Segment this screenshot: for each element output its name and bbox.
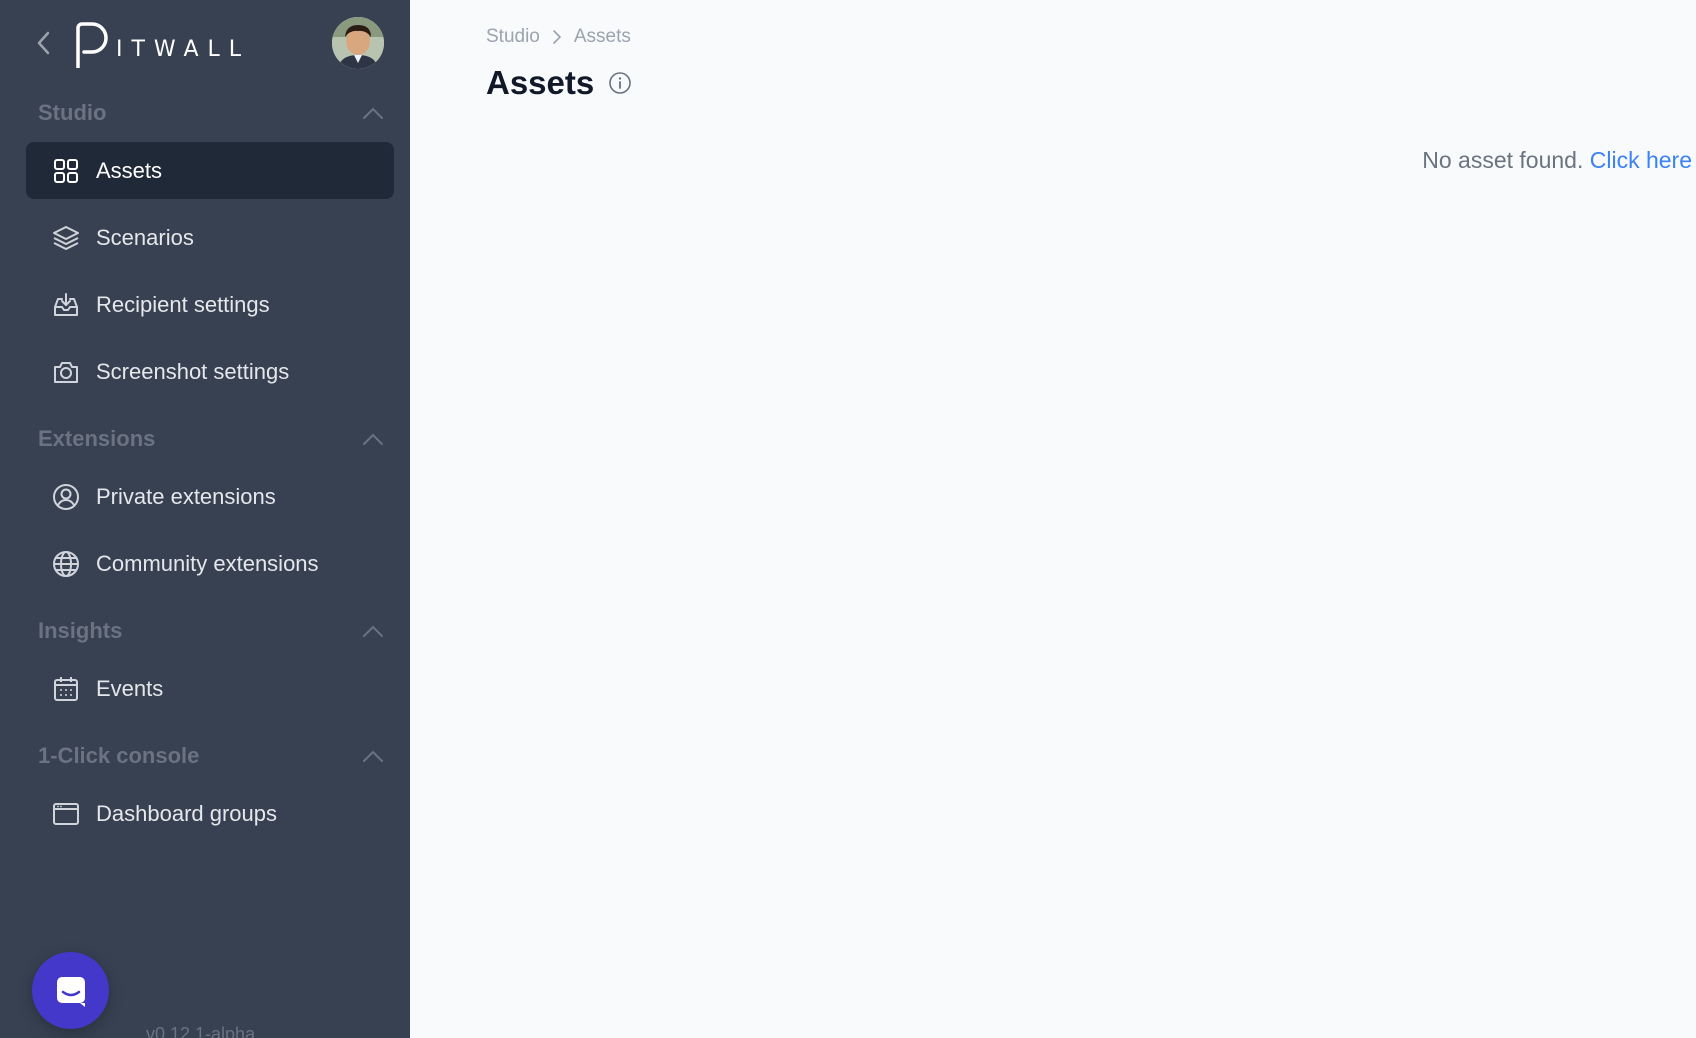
section-extensions[interactable]: Extensions	[38, 424, 384, 454]
sidebar-item-label: Scenarios	[96, 224, 194, 250]
page-title-row: Assets	[486, 64, 632, 102]
breadcrumb: Studio Assets	[486, 26, 631, 48]
chat-launcher-button[interactable]	[32, 952, 109, 1029]
empty-state-text: No asset found.	[1422, 147, 1584, 173]
user-avatar[interactable]	[332, 17, 384, 69]
chevron-up-icon	[363, 750, 383, 762]
section-1-click-console[interactable]: 1-Click console	[38, 741, 384, 771]
app-version: v0.12.1-alpha	[146, 1024, 256, 1038]
globe-icon	[52, 550, 80, 578]
browser-window-icon	[52, 800, 80, 828]
chevron-up-icon	[363, 107, 383, 119]
sidebar-item-label: Dashboard groups	[96, 800, 278, 826]
chevron-up-icon	[363, 625, 383, 637]
calendar-icon	[52, 675, 80, 703]
inbox-download-icon	[52, 291, 80, 319]
sidebar-item-private-extensions[interactable]: Private extensions	[26, 468, 394, 525]
section-studio[interactable]: Studio	[38, 98, 384, 128]
sidebar-item-events[interactable]: Events	[26, 660, 394, 717]
sidebar-item-label: Private extensions	[96, 483, 276, 509]
empty-state-message: No asset found. Click here	[1422, 147, 1692, 174]
user-circle-icon	[52, 483, 80, 511]
info-icon[interactable]	[608, 71, 632, 95]
sidebar-header: ITWALL	[0, 0, 410, 90]
chevron-up-icon	[363, 433, 383, 445]
sidebar-item-scenarios[interactable]: Scenarios	[26, 209, 394, 266]
camera-icon	[52, 358, 80, 386]
sidebar-item-label: Screenshot settings	[96, 358, 290, 384]
chat-icon	[56, 976, 85, 1007]
breadcrumb-studio[interactable]: Studio	[486, 26, 540, 48]
logo-text: ITWALL	[116, 37, 251, 62]
sidebar-item-dashboard-groups[interactable]: Dashboard groups	[26, 785, 394, 842]
sidebar-item-label: Community extensions	[96, 550, 319, 576]
breadcrumb-assets[interactable]: Assets	[574, 26, 631, 48]
section-label: Insights	[38, 618, 123, 643]
page-title: Assets	[486, 64, 595, 101]
main-content: Studio Assets Assets No asset found. Cli…	[410, 0, 1696, 1038]
section-insights[interactable]: Insights	[38, 616, 384, 646]
sidebar-item-community-extensions[interactable]: Community extensions	[26, 535, 394, 592]
sidebar-item-label: Events	[96, 675, 164, 701]
back-button[interactable]	[30, 28, 56, 58]
chevron-right-icon	[553, 30, 562, 44]
sidebar-item-screenshot-settings[interactable]: Screenshot settings	[26, 343, 394, 400]
logo-p-mark	[76, 22, 108, 68]
layers-icon	[52, 224, 80, 252]
grid-icon	[52, 157, 80, 185]
chevron-left-icon	[37, 31, 50, 55]
app-root: ITWALL Studio Assets Scenarios Recipient…	[0, 0, 1696, 1038]
app-logo: ITWALL	[74, 18, 250, 68]
section-label: Extensions	[38, 426, 156, 451]
section-label: 1-Click console	[38, 743, 200, 768]
sidebar: ITWALL Studio Assets Scenarios Recipient…	[0, 0, 410, 1038]
sidebar-item-label: Recipient settings	[96, 291, 270, 317]
sidebar-item-recipient-settings[interactable]: Recipient settings	[26, 276, 394, 333]
avatar-image	[332, 17, 384, 69]
sidebar-item-label: Assets	[96, 157, 163, 183]
section-label: Studio	[38, 100, 107, 125]
empty-state-link[interactable]: Click here	[1590, 147, 1692, 173]
sidebar-item-assets[interactable]: Assets	[26, 142, 394, 199]
